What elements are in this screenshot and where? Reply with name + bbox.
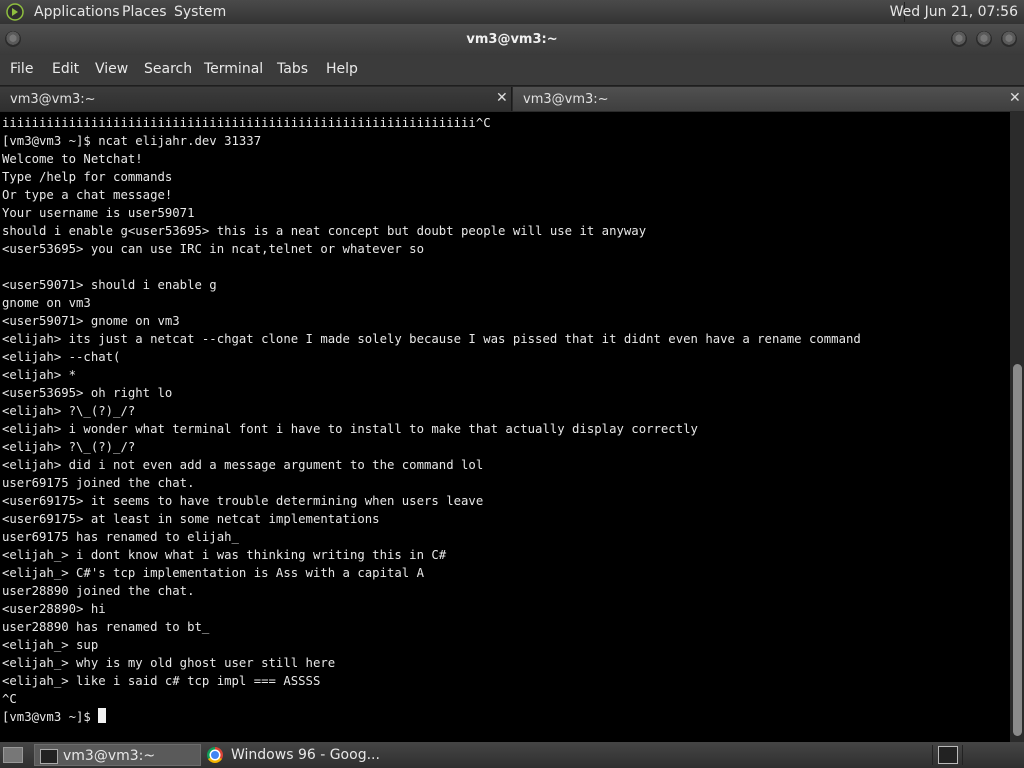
terminal-line: user69175 has renamed to elijah_ — [2, 530, 239, 544]
terminal-line: user28890 has renamed to bt_ — [2, 620, 210, 634]
terminal-line: Your username is user59071 — [2, 206, 195, 220]
terminal-line: <elijah> --chat( — [2, 350, 121, 364]
text-cursor — [98, 708, 107, 723]
window-title: vm3@vm3:~ — [466, 32, 558, 47]
terminal-tray-icon[interactable] — [938, 746, 958, 764]
bottom-panel: vm3@vm3:~ Windows 96 - Goog... — [0, 742, 1024, 768]
maximize-button[interactable] — [976, 31, 992, 47]
terminal-line: Type /help for commands — [2, 170, 173, 184]
chrome-icon — [207, 747, 223, 763]
terminal-line: should i enable g<user53695> this is a n… — [2, 224, 647, 238]
terminal-line: [vm3@vm3 ~]$ ncat elijahr.dev 31337 — [2, 134, 262, 148]
tab-terminal-2[interactable]: vm3@vm3:~ ✕ — [513, 87, 1024, 111]
scrollbar[interactable] — [1010, 112, 1024, 742]
terminal-line: <elijah_> i dont know what i was thinkin… — [2, 548, 447, 562]
terminal-line: Welcome to Netchat! — [2, 152, 143, 166]
terminal-line: <user59071> gnome on vm3 — [2, 314, 180, 328]
menu-system[interactable]: System — [174, 4, 226, 20]
terminal-line: <elijah> did i not even add a message ar… — [2, 458, 484, 472]
taskbar-item-label: Windows 96 - Goog... — [231, 747, 380, 763]
terminal-line: <elijah_> like i said c# tcp impl === AS… — [2, 674, 321, 688]
terminal-prompt: [vm3@vm3 ~]$ — [2, 710, 99, 724]
terminal-line: Or type a chat message! — [2, 188, 173, 202]
taskbar-item-browser[interactable]: Windows 96 - Goog... — [203, 744, 383, 766]
panel-separator — [932, 745, 933, 765]
menu-tabs[interactable]: Tabs — [277, 61, 308, 77]
taskbar-item-terminal[interactable]: vm3@vm3:~ — [34, 744, 201, 766]
menu-terminal[interactable]: Terminal — [204, 61, 263, 77]
terminal-line: <user59071> should i enable g — [2, 278, 217, 292]
menu-places[interactable]: Places — [122, 4, 167, 20]
show-desktop-icon[interactable] — [3, 747, 23, 763]
tab-label: vm3@vm3:~ — [10, 92, 96, 107]
window-titlebar[interactable]: vm3@vm3:~ — [0, 24, 1024, 55]
tab-bar: vm3@vm3:~ ✕ vm3@vm3:~ ✕ — [0, 86, 1024, 112]
menubar: File Edit View Search Terminal Tabs Help — [0, 55, 1024, 85]
terminal-line: <elijah_> C#'s tcp implementation is Ass… — [2, 566, 424, 580]
scrollbar-thumb[interactable] — [1013, 364, 1022, 736]
terminal-line: <user69175> at least in some netcat impl… — [2, 512, 380, 526]
terminal-line: user69175 joined the chat. — [2, 476, 195, 490]
terminal-line: iiiiiiiiiiiiiiiiiiiiiiiiiiiiiiiiiiiiiiii… — [2, 116, 491, 130]
terminal-output[interactable]: iiiiiiiiiiiiiiiiiiiiiiiiiiiiiiiiiiiiiiii… — [0, 112, 1010, 742]
terminal-icon — [40, 749, 58, 764]
distro-logo-icon[interactable] — [6, 3, 24, 21]
terminal-line: <elijah_> why is my old ghost user still… — [2, 656, 336, 670]
menu-edit[interactable]: Edit — [52, 61, 79, 77]
menu-file[interactable]: File — [10, 61, 33, 77]
terminal-line: <elijah> its just a netcat --chgat clone… — [2, 332, 861, 346]
menu-applications[interactable]: Applications — [34, 4, 120, 20]
terminal-line: <elijah> * — [2, 368, 77, 382]
close-icon[interactable]: ✕ — [1009, 90, 1021, 106]
terminal-line: <user53695> oh right lo — [2, 386, 173, 400]
panel-separator — [962, 745, 963, 765]
terminal-line: <elijah> ?\_(?)_/? — [2, 404, 136, 418]
close-button[interactable] — [1001, 31, 1017, 47]
clock[interactable]: Wed Jun 21, 07:56 — [890, 4, 1018, 20]
close-icon[interactable]: ✕ — [496, 90, 508, 106]
terminal-line: ^C — [2, 692, 17, 706]
tab-terminal-1[interactable]: vm3@vm3:~ ✕ — [0, 87, 512, 111]
terminal-line: <elijah_> sup — [2, 638, 99, 652]
top-panel: Applications Places System Wed Jun 21, 0… — [0, 0, 1024, 24]
taskbar-item-label: vm3@vm3:~ — [63, 748, 156, 764]
terminal-line: user28890 joined the chat. — [2, 584, 195, 598]
terminal-line: gnome on vm3 — [2, 296, 91, 310]
terminal-line: <elijah> ?\_(?)_/? — [2, 440, 136, 454]
menu-search[interactable]: Search — [144, 61, 192, 77]
terminal-text[interactable]: iiiiiiiiiiiiiiiiiiiiiiiiiiiiiiiiiiiiiiii… — [0, 112, 1010, 726]
menu-view[interactable]: View — [95, 61, 128, 77]
tab-label: vm3@vm3:~ — [523, 92, 609, 107]
terminal-line: <user69175> it seems to have trouble det… — [2, 494, 484, 508]
terminal-line: <elijah> i wonder what terminal font i h… — [2, 422, 698, 436]
menu-help[interactable]: Help — [326, 61, 358, 77]
minimize-button[interactable] — [951, 31, 967, 47]
terminal-line: <user28890> hi — [2, 602, 106, 616]
terminal-line: <user53695> you can use IRC in ncat,teln… — [2, 242, 424, 256]
